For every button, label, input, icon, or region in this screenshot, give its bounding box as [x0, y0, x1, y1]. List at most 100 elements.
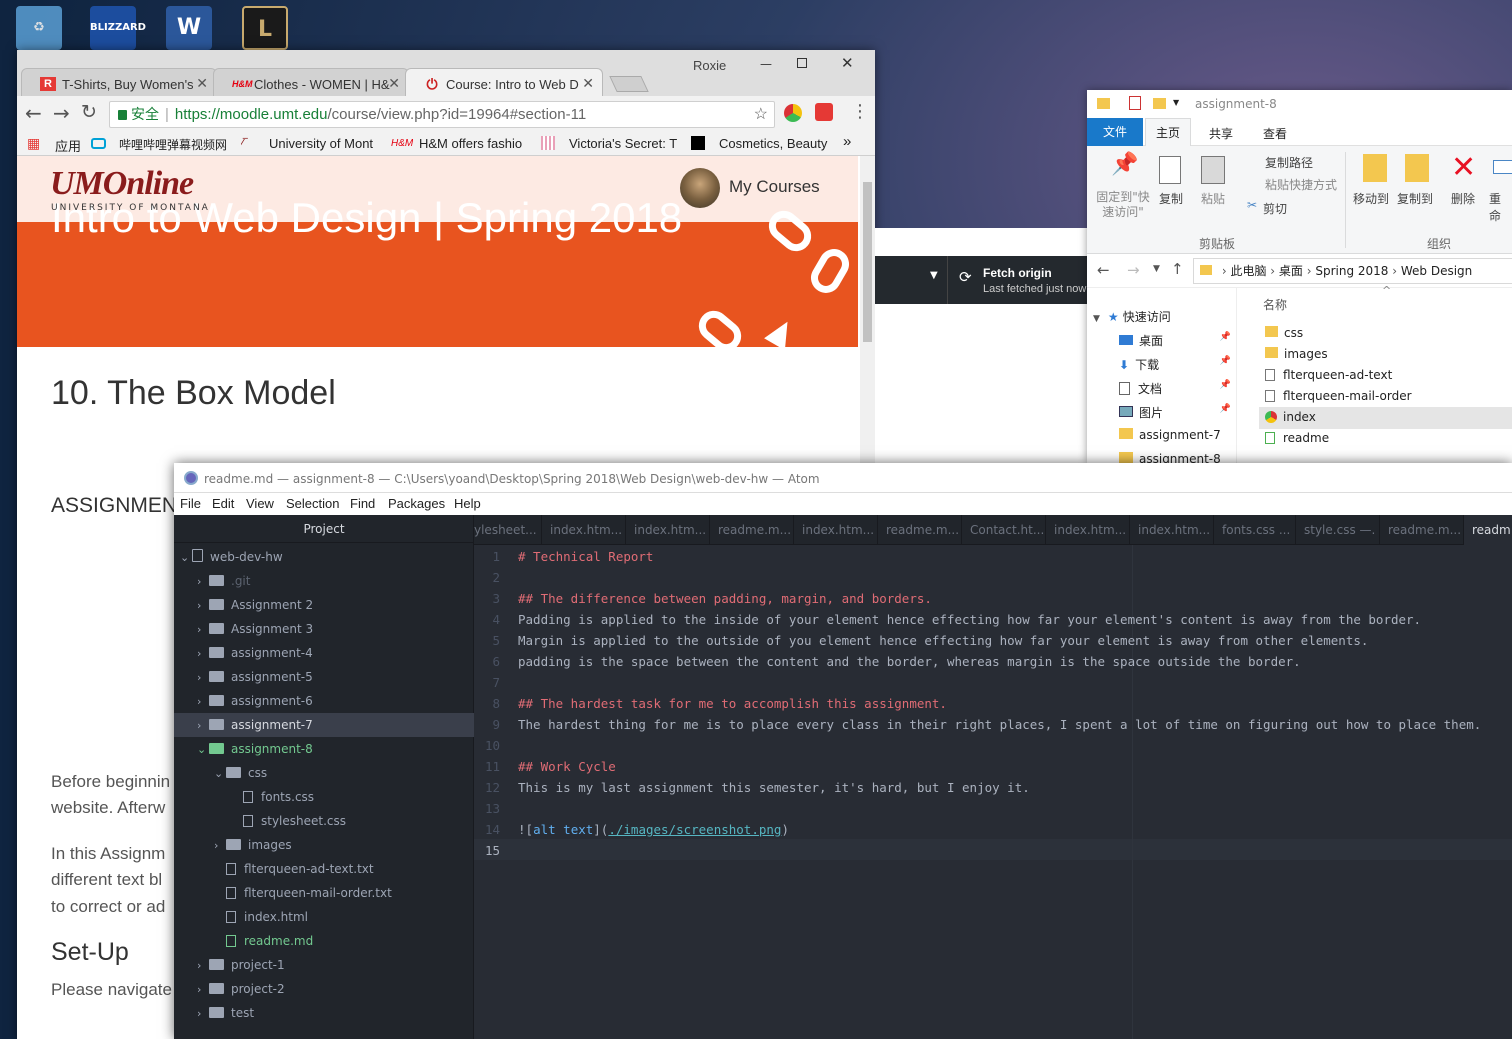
properties-icon[interactable]: [1129, 96, 1141, 110]
scrollbar-thumb[interactable]: [863, 182, 872, 342]
close-icon[interactable]: ✕: [196, 75, 208, 92]
tab-share[interactable]: 共享: [1209, 125, 1233, 142]
adblock-icon[interactable]: [815, 103, 833, 121]
editor-tab[interactable]: index.htm...: [794, 515, 878, 545]
editor-tab[interactable]: Contact.ht...: [962, 515, 1046, 545]
reload-icon[interactable]: ↻: [81, 101, 97, 123]
delete-button[interactable]: 删除: [1451, 190, 1475, 207]
pin-quick-access-button[interactable]: 固定到"快 速访问": [1093, 190, 1153, 220]
nav-assignment-7[interactable]: assignment-7: [1119, 428, 1221, 442]
tree-item[interactable]: › assignment-7: [174, 713, 474, 737]
avatar[interactable]: [680, 168, 720, 208]
address-bar[interactable]: 安全 | https://moodle.umt.edu/course/view.ph…: [109, 101, 775, 128]
nav-downloads[interactable]: ⬇ 下载 📌: [1119, 356, 1231, 373]
breadcrumb[interactable]: › 此电脑 › 桌面 › Spring 2018 › Web Design: [1193, 258, 1512, 284]
cut-button[interactable]: 剪切: [1263, 200, 1287, 217]
forward-icon[interactable]: →: [1127, 261, 1140, 279]
file-item-index[interactable]: index: [1259, 407, 1512, 429]
new-tab-button[interactable]: [609, 76, 649, 92]
tab-tshirts[interactable]: R T-Shirts, Buy Women's ✕: [21, 68, 217, 96]
column-header-name[interactable]: 名称: [1263, 296, 1287, 313]
breadcrumb-item[interactable]: Web Design: [1401, 264, 1472, 278]
bookmark-bilibili[interactable]: 哔哩哔哩弹幕视频网: [119, 136, 231, 153]
bookmark-umt[interactable]: University of Mont: [269, 136, 377, 151]
tree-item[interactable]: flterqueen-ad-text.txt: [174, 857, 474, 881]
fetch-origin-button[interactable]: Fetch origin: [983, 266, 1052, 280]
paste-button[interactable]: 粘贴: [1201, 190, 1225, 207]
nav-quick-access[interactable]: ▼ ★ 快速访问: [1093, 308, 1171, 325]
tree-item[interactable]: › images: [174, 833, 474, 857]
breadcrumb-item[interactable]: 桌面: [1279, 264, 1303, 278]
tree-item[interactable]: stylesheet.css: [174, 809, 474, 833]
tree-item[interactable]: › assignment-6: [174, 689, 474, 713]
tree-item[interactable]: › .git: [174, 569, 474, 593]
tree-item[interactable]: index.html: [174, 905, 474, 929]
close-icon[interactable]: ✕: [388, 75, 400, 92]
back-icon[interactable]: ←: [1097, 261, 1110, 279]
bookmark-cosmetics[interactable]: Cosmetics, Beauty: [719, 136, 829, 151]
sync-icon[interactable]: ⟳: [959, 268, 972, 286]
tab-home[interactable]: 主页: [1145, 118, 1191, 147]
extension-icon[interactable]: [784, 104, 802, 122]
editor-tab[interactable]: readme.m...: [1380, 515, 1464, 545]
close-icon[interactable]: ✕: [582, 75, 594, 92]
tree-item[interactable]: fonts.css: [174, 785, 474, 809]
maximize-button[interactable]: [797, 58, 807, 68]
breadcrumb-item[interactable]: Spring 2018: [1315, 264, 1388, 278]
paste-shortcut-button[interactable]: 粘贴快捷方式: [1265, 176, 1337, 193]
editor-tab[interactable]: fonts.css ...: [1214, 515, 1296, 545]
forward-icon[interactable]: →: [53, 101, 70, 125]
file-item-ad-text[interactable]: flterqueen-ad-text: [1265, 368, 1392, 382]
tree-item[interactable]: ⌄ css: [174, 761, 474, 785]
nav-desktop[interactable]: 桌面 📌: [1119, 332, 1231, 349]
nav-documents[interactable]: 文档 📌: [1119, 380, 1231, 397]
nav-assignment-8[interactable]: assignment-8: [1119, 452, 1221, 463]
up-icon[interactable]: ↑: [1171, 260, 1184, 278]
quick-access-dropdown-icon[interactable]: ▼: [1173, 98, 1179, 107]
tree-item[interactable]: ⌄ assignment-8: [174, 737, 474, 761]
league-icon[interactable]: L: [242, 6, 288, 50]
new-folder-icon[interactable]: [1153, 98, 1166, 109]
menu-edit[interactable]: Edit: [212, 496, 234, 511]
tree-item[interactable]: › Assignment 3: [174, 617, 474, 641]
breadcrumb-item[interactable]: 此电脑: [1230, 264, 1266, 278]
recent-dropdown-icon[interactable]: ▼: [1153, 264, 1160, 274]
copy-to-button[interactable]: 复制到: [1397, 190, 1433, 207]
tree-item[interactable]: readme.md: [174, 929, 474, 953]
back-icon[interactable]: ←: [25, 101, 42, 125]
tree-item[interactable]: › Assignment 2: [174, 593, 474, 617]
star-icon[interactable]: ☆: [754, 102, 768, 127]
more-bookmarks-button[interactable]: »: [843, 133, 851, 150]
move-to-button[interactable]: 移动到: [1353, 190, 1389, 207]
editor-tab[interactable]: index.htm...: [1046, 515, 1130, 545]
tree-item[interactable]: › assignment-5: [174, 665, 474, 689]
file-item-images[interactable]: images: [1265, 347, 1328, 361]
tab-view[interactable]: 查看: [1263, 125, 1287, 142]
bookmark-apps[interactable]: 应用: [55, 136, 81, 155]
file-item-mail-order[interactable]: flterqueen-mail-order: [1265, 389, 1412, 403]
menu-file[interactable]: File: [180, 496, 201, 511]
apps-icon[interactable]: ▦: [27, 135, 40, 152]
nav-pictures[interactable]: 图片 📌: [1119, 404, 1231, 421]
tab-hm[interactable]: H&M Clothes - WOMEN | H& ✕: [213, 68, 409, 96]
editor[interactable]: 1 # Technical Report 2 3 ## The difference b…: [474, 545, 1512, 1039]
file-item-css[interactable]: css: [1265, 326, 1303, 340]
tree-item[interactable]: › project-1: [174, 953, 474, 977]
editor-tab[interactable]: index.htm...: [626, 515, 710, 545]
editor-tab[interactable]: index.htm...: [542, 515, 626, 545]
close-button[interactable]: ✕: [841, 54, 854, 72]
editor-tab[interactable]: ylesheet...: [466, 515, 542, 545]
rename-button[interactable]: 重命: [1489, 190, 1512, 224]
blizzard-icon[interactable]: BLIZZARD: [90, 6, 146, 50]
menu-help[interactable]: Help: [454, 496, 481, 511]
tab-file[interactable]: 文件: [1087, 118, 1143, 146]
editor-tab[interactable]: readme.m...: [878, 515, 962, 545]
editor-tab[interactable]: index.htm...: [1130, 515, 1214, 545]
editor-tab[interactable]: style.css —.: [1296, 515, 1380, 545]
tab-course[interactable]: ⏻ Course: Intro to Web D ✕: [405, 68, 603, 96]
editor-tab[interactable]: readme.m...: [710, 515, 794, 545]
menu-icon[interactable]: ⋮: [851, 101, 869, 122]
tree-item[interactable]: ⌄ web-dev-hw: [174, 545, 474, 569]
recycle-bin-icon[interactable]: ♻: [16, 6, 62, 50]
copy-button[interactable]: 复制: [1159, 190, 1183, 207]
